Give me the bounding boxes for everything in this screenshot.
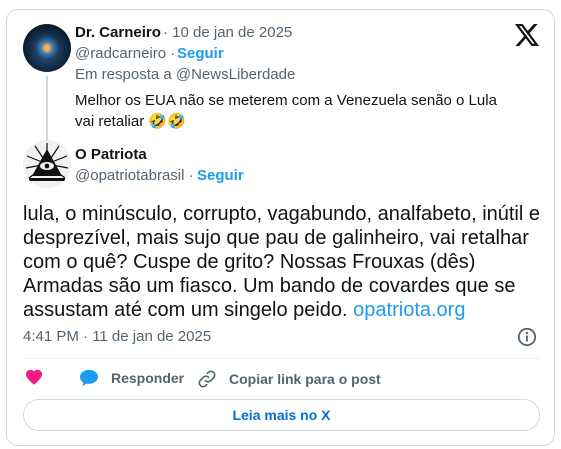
all-seeing-eye-icon [23,140,71,188]
main-author-handle[interactable]: @opatriotabrasil · [75,167,194,184]
x-logo-icon[interactable] [515,24,539,46]
actions-divider [23,358,540,359]
reply-label: Responder [111,370,185,386]
copy-link-label: Copiar link para o post [229,371,381,387]
parent-tweet-text: Melhor os EUA não se meterem com a Venez… [75,92,497,130]
parent-date[interactable]: · 10 de jan de 2025 [163,24,292,41]
main-author-name[interactable]: O Patriota [75,146,147,163]
reply-to-label[interactable]: Em resposta a @NewsLiberdade [75,66,295,83]
speech-bubble-icon [80,369,98,387]
avatar-o-patriota[interactable] [23,140,71,188]
main-follow-link[interactable]: Seguir [197,167,244,184]
heart-icon [26,369,42,385]
like-button[interactable] [25,369,55,385]
tweet-link[interactable]: opatriota.org [353,299,465,321]
parent-author-name[interactable]: Dr. Carneiro [75,24,161,41]
parent-follow-link[interactable]: Seguir [177,45,224,62]
parent-author-handle[interactable]: @radcarneiro · [75,45,175,62]
read-more-button[interactable]: Leia mais no X [23,399,540,431]
thread-connector-line [46,76,48,142]
reply-button[interactable]: Responder [79,369,184,387]
info-icon[interactable] [517,327,537,347]
embedded-tweet-card: Dr. Carneiro · 10 de jan de 2025 @radcar… [6,9,555,446]
main-tweet-text: lula, o minúsculo, corrupto, vagabundo, … [23,202,543,322]
tweet-timestamp[interactable]: 4:41 PM · 11 de jan de 2025 [23,328,211,345]
read-more-label: Leia mais no X [232,407,331,423]
link-icon [198,370,216,388]
avatar-dr-carneiro[interactable] [23,24,71,72]
copy-link-button[interactable]: Copiar link para o post [197,369,381,389]
